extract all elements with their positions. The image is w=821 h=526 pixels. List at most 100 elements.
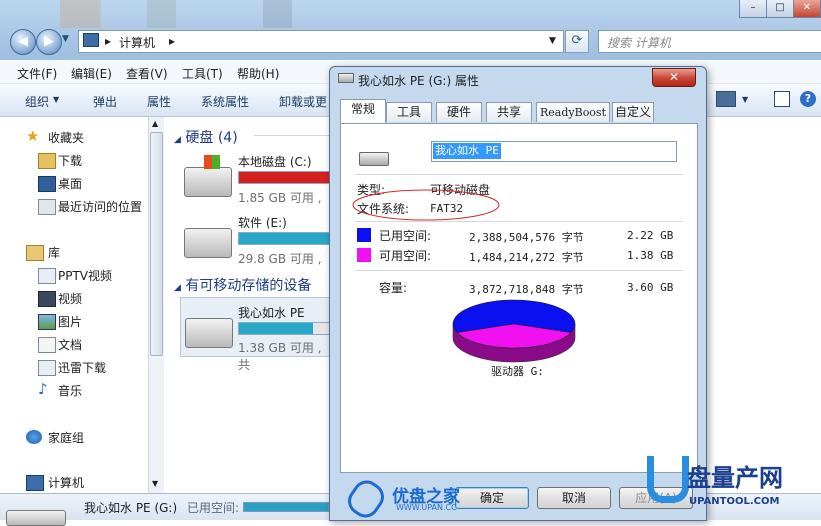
tab-tools[interactable]: 工具 — [386, 102, 432, 122]
maximize-button[interactable]: □ — [766, 0, 794, 18]
nav-desktop[interactable]: 桌面 — [38, 175, 83, 192]
help-icon[interactable]: ? — [800, 91, 816, 107]
drive-e[interactable]: 软件 (E:) 29.8 GB 可用 , — [182, 212, 360, 266]
divider — [355, 270, 683, 271]
cancel-button[interactable]: 取消 — [537, 487, 611, 509]
nav-homegroup-label: 家庭组 — [48, 431, 85, 445]
status-drive-icon — [6, 510, 66, 526]
scroll-down-icon[interactable]: ▼ — [152, 479, 158, 488]
status-used-label: 已用空间: — [187, 501, 240, 515]
used-space-gb: 2.22 GB — [627, 229, 674, 242]
nav-computer-label: 计算机 — [48, 476, 85, 490]
preview-pane-icon[interactable] — [774, 91, 790, 107]
tab-customize[interactable]: 自定义 — [612, 102, 654, 122]
general-tab-panel: 我心如水 PE 类型: 可移动磁盘 文件系统: FAT32 已用空间: 2,38… — [340, 123, 698, 473]
taskbar-icons-blur — [60, 0, 350, 28]
breadcrumb-computer[interactable]: 计算机 — [119, 34, 155, 51]
menu-view[interactable]: 查看(V) — [126, 65, 168, 82]
tab-sharing[interactable]: 共享 — [486, 102, 532, 122]
nav-videos[interactable]: 视频 — [38, 290, 82, 307]
video-library-icon — [38, 291, 56, 307]
menu-tools[interactable]: 工具(T) — [182, 65, 223, 82]
removable-header[interactable]: ◢ 有可移动存储的设备 — [174, 275, 311, 295]
document-library-icon — [38, 337, 56, 353]
properties-button[interactable]: 属性 — [147, 93, 171, 110]
tab-general[interactable]: 常规 — [340, 99, 386, 123]
collapse-icon[interactable]: ◢ — [174, 283, 181, 293]
removable-title: 有可移动存储的设备 — [185, 278, 312, 294]
nav-favorites[interactable]: ★ 收藏夹 — [26, 127, 85, 146]
organize-button[interactable]: 组织 — [25, 93, 49, 110]
dialog-close-button[interactable]: ✕ — [652, 68, 696, 87]
upan-cc-watermark: 优盘之家 WWW.UPAN.CC — [342, 475, 478, 523]
drive-letter-label: 驱动器 G: — [491, 365, 544, 378]
scroll-up-icon[interactable]: ▲ — [152, 119, 158, 128]
menu-file[interactable]: 文件(F) — [17, 65, 57, 82]
nav-computer[interactable]: 计算机 — [26, 474, 85, 491]
organize-dropdown-icon[interactable]: ▼ — [53, 95, 59, 104]
nav-scroll-thumb[interactable] — [150, 132, 163, 356]
eject-button[interactable]: 弹出 — [93, 93, 117, 110]
volume-label-text: 我心如水 PE — [433, 143, 501, 159]
hard-disks-header[interactable]: ◢ 硬盘 (4) — [174, 127, 238, 147]
minimize-button[interactable]: – — [739, 0, 767, 18]
tab-readyboost[interactable]: ReadyBoost — [536, 102, 610, 122]
nav-pictures[interactable]: 图片 — [38, 313, 82, 330]
nav-music[interactable]: ♪ 音乐 — [38, 380, 82, 399]
upantool-u-logo — [647, 456, 689, 503]
free-space-swatch — [357, 248, 371, 262]
breadcrumb-sep-icon[interactable]: ▸ — [105, 34, 111, 48]
back-button[interactable]: ◀ — [10, 29, 36, 55]
close-window-button[interactable]: ✕ — [793, 0, 821, 18]
nav-downloads[interactable]: 下载 — [38, 152, 82, 169]
dialog-drive-icon — [338, 73, 354, 83]
nav-libraries-label: 库 — [48, 246, 61, 260]
breadcrumb-sep-icon[interactable]: ▸ — [169, 34, 175, 48]
section-divider — [254, 135, 334, 136]
nav-favorites-label: 收藏夹 — [48, 131, 85, 145]
view-options-icon[interactable] — [716, 91, 736, 107]
nav-pptv[interactable]: PPTV视频 — [38, 267, 112, 284]
nav-recent-places[interactable]: 最近访问的位置 — [38, 198, 142, 215]
nav-desktop-label: 桌面 — [58, 177, 83, 191]
nav-xunlei[interactable]: 迅雷下载 — [38, 359, 106, 376]
status-drive-name: 我心如水 PE (G:) — [84, 501, 178, 515]
tab-hardware[interactable]: 硬件 — [436, 102, 482, 122]
nav-libraries[interactable]: 库 — [26, 244, 61, 261]
drive-e-usage-fill — [239, 233, 341, 244]
menu-help[interactable]: 帮助(H) — [237, 65, 279, 82]
divider — [355, 221, 683, 222]
volume-drive-icon — [359, 152, 389, 166]
search-input[interactable]: 搜索 计算机 — [598, 30, 821, 53]
downloads-folder-icon — [38, 153, 56, 169]
nav-homegroup[interactable]: 家庭组 — [26, 429, 85, 446]
refresh-button[interactable]: ⟳ — [565, 30, 589, 53]
drive-g-usage-fill — [239, 323, 314, 334]
collapse-icon[interactable]: ◢ — [174, 135, 181, 145]
forward-button[interactable]: ▶ — [36, 29, 62, 55]
usb-drive-icon — [185, 318, 233, 348]
system-properties-button[interactable]: 系统属性 — [201, 93, 249, 110]
drive-e-name: 软件 (E:) — [238, 216, 287, 230]
drive-e-free: 29.8 GB 可用 , — [238, 252, 322, 266]
uninstall-button[interactable]: 卸载或更 — [279, 93, 327, 110]
drive-g-free: 1.38 GB 可用 , 共 — [238, 341, 322, 372]
drive-g[interactable]: 我心如水 PE (G:) 1.38 GB 可用 , 共 — [180, 297, 360, 372]
dialog-title: 我心如水 PE (G:) 属性 — [358, 74, 479, 88]
computer-icon — [83, 33, 99, 47]
hard-disks-title: 硬盘 (4) — [185, 130, 238, 146]
computer-icon — [26, 475, 44, 491]
navigation-pane: ★ 收藏夹 下载 桌面 最近访问的位置 库 PPTV视频 视频 图片 文档 迅雷… — [0, 117, 148, 503]
pptv-library-icon — [38, 268, 56, 284]
volume-label-input[interactable]: 我心如水 PE — [431, 141, 677, 162]
dialog-title-bar[interactable]: 我心如水 PE (G:) 属性 — [330, 67, 706, 91]
address-dropdown-icon[interactable]: ▼ — [549, 36, 556, 46]
recent-places-icon — [38, 199, 56, 215]
drive-c[interactable]: 本地磁盘 (C:) 1.85 GB 可用 , — [182, 151, 360, 205]
view-dropdown-icon[interactable]: ▼ — [742, 95, 748, 104]
address-bar[interactable]: ▸ 计算机 ▸ ▼ — [78, 30, 564, 53]
nav-documents[interactable]: 文档 — [38, 336, 82, 353]
menu-edit[interactable]: 编辑(E) — [71, 65, 112, 82]
history-dropdown-icon[interactable]: ▼ — [62, 34, 69, 44]
used-space-label: 已用空间: — [379, 229, 432, 243]
